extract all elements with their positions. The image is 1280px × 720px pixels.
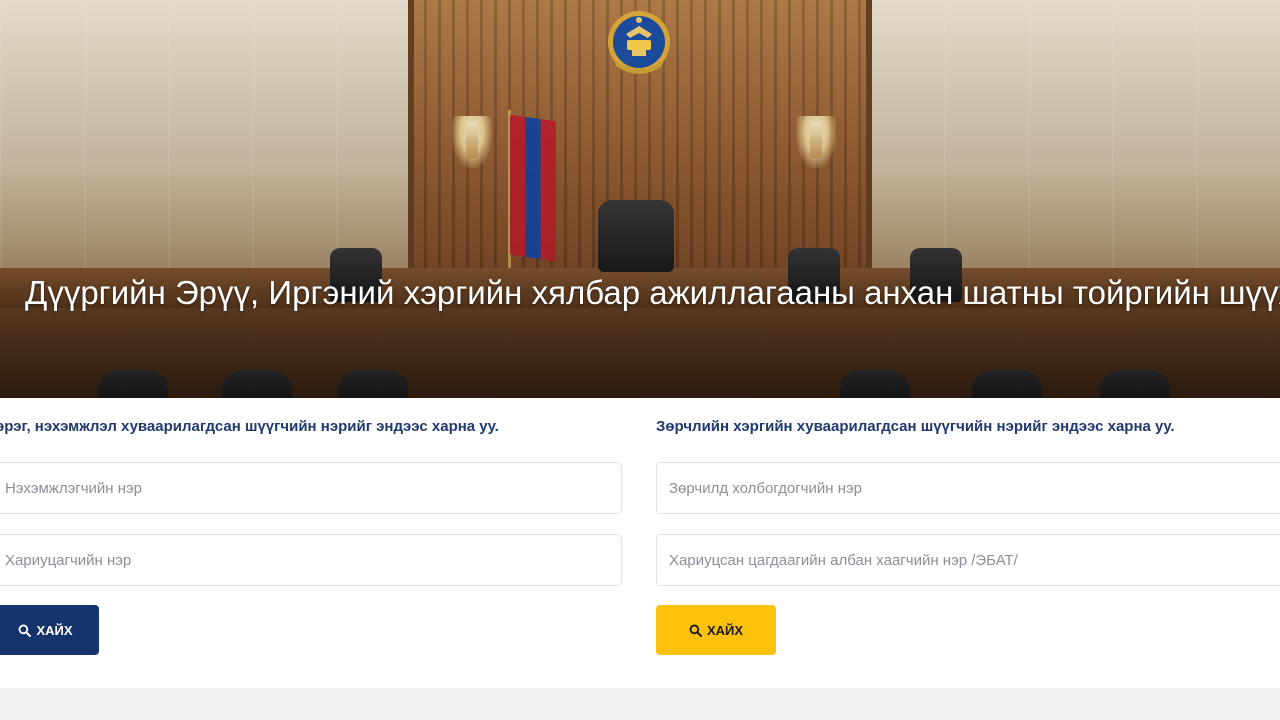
search-icon bbox=[19, 624, 32, 637]
civil-search-button[interactable]: ХАЙХ bbox=[0, 605, 99, 655]
hero-banner: Дүүргийн Эрүү, Иргэний хэргийн хялбар аж… bbox=[0, 0, 1280, 398]
violation-search-label: ХАЙХ bbox=[706, 622, 744, 638]
civil-search-label: ХАЙХ bbox=[36, 622, 73, 638]
violator-name-input[interactable] bbox=[656, 462, 1280, 514]
defendant-name-input[interactable] bbox=[0, 534, 622, 586]
page-title: Дүүргийн Эрүү, Иргэний хэргийн хялбар аж… bbox=[24, 274, 1280, 311]
violation-search-heading: Зөрчлийн хэргийн хуваарилагдсан шүүгчийн… bbox=[656, 418, 1175, 435]
state-emblem-icon bbox=[608, 11, 670, 74]
search-section: эрэг, нэхэмжлэл хуваарилагдсан шүүгчийн … bbox=[0, 398, 1280, 688]
plaintiff-name-input[interactable] bbox=[0, 462, 622, 514]
officer-name-input[interactable] bbox=[656, 534, 1280, 586]
search-icon bbox=[689, 624, 702, 637]
violation-search-button[interactable]: ХАЙХ bbox=[656, 605, 776, 655]
footer-band bbox=[0, 688, 1280, 720]
civil-search-heading: эрэг, нэхэмжлэл хуваарилагдсан шүүгчийн … bbox=[0, 418, 499, 435]
